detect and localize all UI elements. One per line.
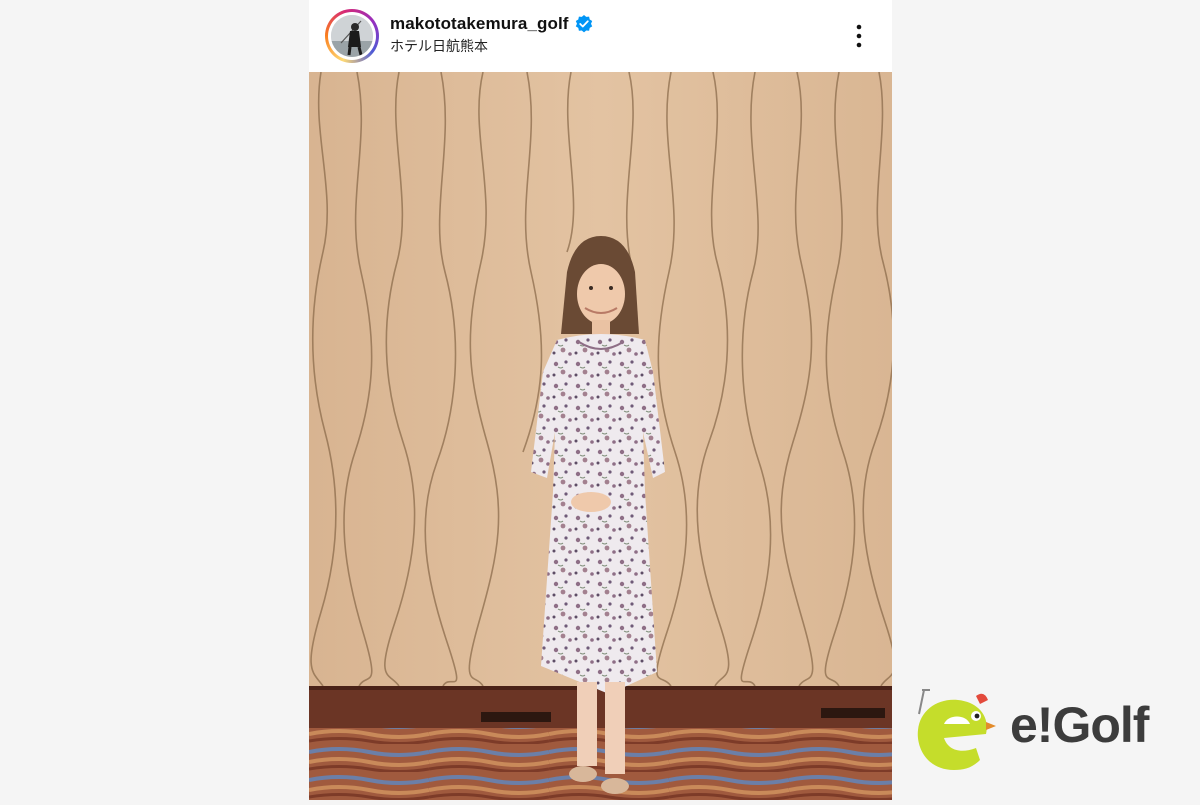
avatar-image — [331, 15, 373, 57]
egolf-mascot-icon — [917, 689, 996, 770]
egolf-logo: e!Golf — [914, 686, 1174, 776]
post-photo[interactable] — [309, 71, 896, 800]
username-row: makototakemura_golf — [390, 13, 594, 35]
username-link[interactable]: makototakemura_golf — [390, 14, 569, 34]
more-options-icon[interactable] — [847, 22, 871, 50]
egolf-wordmark: e!Golf — [1010, 697, 1149, 753]
location-link[interactable]: ホテル日航熊本 — [390, 36, 488, 56]
avatar[interactable] — [325, 9, 379, 63]
post-header: makototakemura_golf ホテル日航熊本 — [309, 0, 892, 72]
instagram-post: makototakemura_golf ホテル日航熊本 — [309, 0, 896, 800]
verified-badge-icon — [574, 14, 594, 34]
